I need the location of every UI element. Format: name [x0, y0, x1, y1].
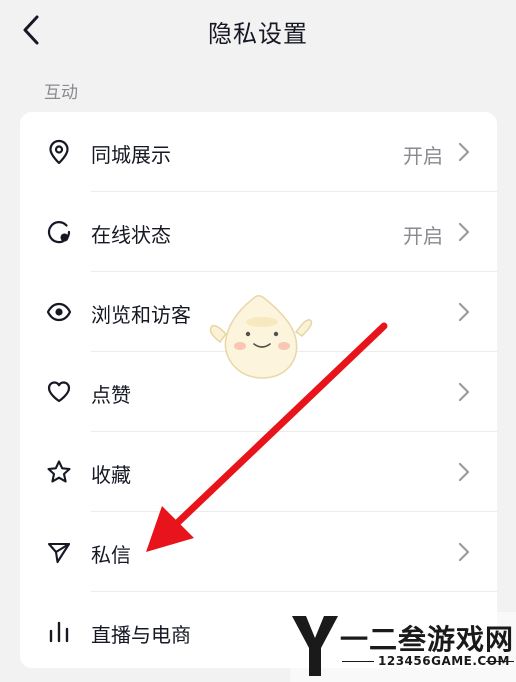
- chevron-right-icon: [458, 222, 470, 242]
- setting-label: 直播与电商: [91, 623, 191, 647]
- watermark-site-name: 一二叁游戏网: [340, 623, 515, 656]
- bar-chart-icon: [49, 621, 69, 643]
- watermark-rule-right: [486, 661, 514, 662]
- section-label: 互动: [44, 83, 78, 103]
- setting-label: 浏览和访客: [91, 303, 191, 327]
- setting-row-direct-messages[interactable]: 私信: [20, 512, 497, 592]
- setting-value: 开启: [403, 224, 443, 248]
- setting-value: 开启: [403, 144, 443, 168]
- send-icon: [47, 542, 71, 564]
- online-status-icon: [47, 221, 71, 244]
- chevron-right-icon: [458, 382, 470, 402]
- setting-label: 同城展示: [91, 143, 171, 167]
- heart-icon: [47, 381, 71, 403]
- setting-row-favorites[interactable]: 收藏: [20, 432, 497, 512]
- setting-row-online-status[interactable]: 在线状态 开启: [20, 192, 497, 272]
- site-watermark: 一二叁游戏网 123456GAME.COM: [290, 612, 516, 682]
- watermark-logo: [292, 616, 338, 676]
- watermark-rule-left: [342, 661, 374, 662]
- setting-label: 在线状态: [91, 223, 171, 247]
- mascot-sticker: [209, 294, 313, 379]
- chevron-right-icon: [458, 142, 470, 162]
- eye-icon: [46, 302, 72, 322]
- page-title: 隐私设置: [208, 20, 308, 48]
- setting-label: 私信: [91, 543, 131, 567]
- star-icon: [47, 460, 71, 483]
- setting-row-nearby-display[interactable]: 同城展示 开启: [20, 112, 497, 192]
- setting-label: 收藏: [91, 463, 131, 487]
- chevron-right-icon: [458, 542, 470, 562]
- top-nav-bar: 隐私设置: [0, 0, 516, 62]
- setting-label: 点赞: [91, 383, 131, 407]
- chevron-right-icon: [458, 462, 470, 482]
- settings-card: 同城展示 开启 在线状态 开启 浏览和访客 点赞 收藏 私信 直播与电商: [20, 112, 497, 668]
- chevron-right-icon: [458, 302, 470, 322]
- location-pin-icon: [49, 139, 69, 165]
